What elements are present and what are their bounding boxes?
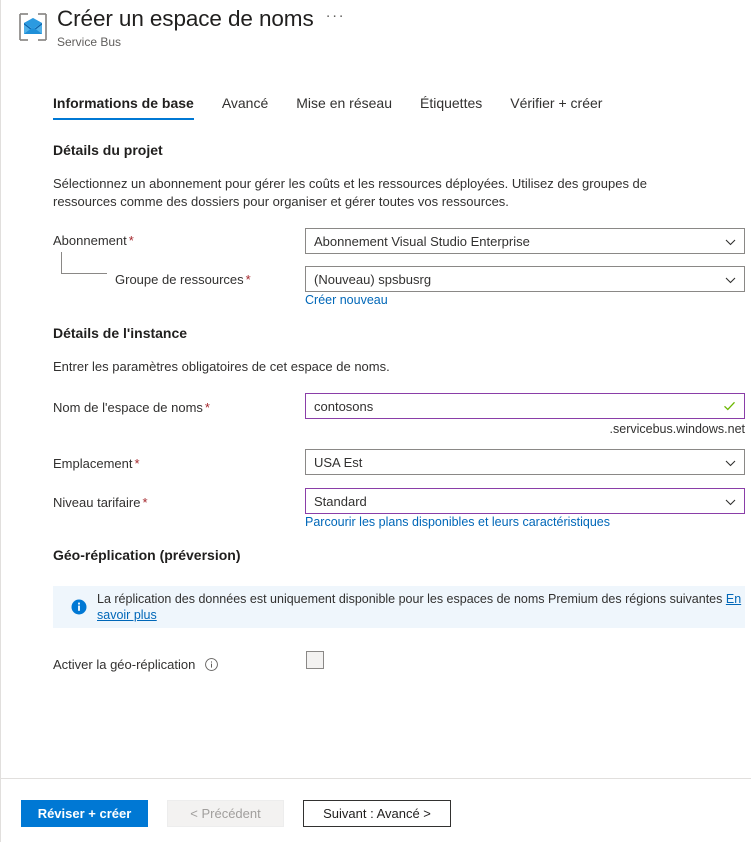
enable-geo-replication-checkbox[interactable] xyxy=(306,651,324,669)
chevron-down-icon xyxy=(725,496,736,507)
label-resource-group-text: Groupe de ressources xyxy=(115,272,244,287)
more-options-button[interactable]: ··· xyxy=(326,8,346,30)
tab-etiquettes[interactable]: Étiquettes xyxy=(406,93,496,120)
chevron-down-icon xyxy=(725,457,736,468)
previous-button[interactable]: < Précédent xyxy=(167,800,284,827)
label-namespace-name: Nom de l'espace de noms * xyxy=(53,399,210,417)
required-marker: * xyxy=(134,456,140,471)
tab-mise-en-reseau[interactable]: Mise en réseau xyxy=(282,93,406,120)
wizard-footer: Réviser + créer < Précédent Suivant : Av… xyxy=(1,800,751,842)
geo-replication-info-text: La réplication des données est uniquemen… xyxy=(97,591,745,623)
section-title-geo-replication: Géo-réplication (préversion) xyxy=(53,547,241,563)
chevron-down-icon xyxy=(725,274,736,285)
required-marker: * xyxy=(245,272,251,287)
resource-group-tree-connector xyxy=(61,252,107,274)
label-location: Emplacement * xyxy=(53,455,140,473)
section-description-instance-details: Entrer les paramètres obligatoires de ce… xyxy=(53,359,390,374)
label-pricing-tier: Niveau tarifaire * xyxy=(53,494,148,512)
resource-group-value: (Nouveau) spsbusrg xyxy=(314,271,432,287)
geo-replication-info-message: La réplication des données est uniquemen… xyxy=(97,592,723,606)
required-marker: * xyxy=(128,233,134,248)
tab-informations-de-base[interactable]: Informations de base xyxy=(53,93,208,120)
page-title: Créer un espace de noms xyxy=(57,6,314,31)
required-marker: * xyxy=(204,400,210,415)
pricing-tier-value: Standard xyxy=(314,493,367,509)
title-row: Créer un espace de noms ··· xyxy=(57,4,345,34)
service-bus-envelope-icon xyxy=(17,12,49,42)
subscription-dropdown[interactable]: Abonnement Visual Studio Enterprise xyxy=(305,228,745,254)
label-resource-group: Groupe de ressources * xyxy=(115,271,251,289)
review-create-button[interactable]: Réviser + créer xyxy=(21,800,148,827)
blade-header: Créer un espace de noms ··· Service Bus xyxy=(1,0,751,62)
footer-divider xyxy=(1,778,751,779)
label-pricing-tier-text: Niveau tarifaire xyxy=(53,495,141,510)
create-new-resource-group-link[interactable]: Créer nouveau xyxy=(305,292,388,308)
namespace-name-value: contosons xyxy=(314,398,374,414)
location-dropdown[interactable]: USA Est xyxy=(305,449,745,475)
next-button[interactable]: Suivant : Avancé > xyxy=(303,800,451,827)
create-namespace-blade: Créer un espace de noms ··· Service Bus … xyxy=(0,0,751,842)
label-subscription: Abonnement * xyxy=(53,232,134,250)
required-marker: * xyxy=(142,495,148,510)
info-icon xyxy=(71,599,87,615)
label-enable-geo-replication-text: Activer la géo-réplication xyxy=(53,657,196,672)
tab-avance[interactable]: Avancé xyxy=(208,93,282,120)
section-title-project-details: Détails du projet xyxy=(53,142,163,158)
section-title-instance-details: Détails de l'instance xyxy=(53,325,188,341)
label-namespace-name-text: Nom de l'espace de noms xyxy=(53,400,203,415)
namespace-name-input[interactable]: contosons xyxy=(305,393,745,419)
tab-verifier-creer[interactable]: Vérifier + créer xyxy=(496,93,616,120)
wizard-tabs: Informations de base Avancé Mise en rése… xyxy=(53,93,616,120)
label-enable-geo-replication: Activer la géo-réplication xyxy=(53,656,195,674)
section-description-project-details: Sélectionnez un abonnement pour gérer le… xyxy=(53,176,648,209)
label-location-text: Emplacement xyxy=(53,456,133,471)
subscription-value: Abonnement Visual Studio Enterprise xyxy=(314,233,530,249)
info-tooltip-icon[interactable] xyxy=(205,658,218,671)
resource-group-dropdown[interactable]: (Nouveau) spsbusrg xyxy=(305,266,745,292)
geo-replication-info-banner: La réplication des données est uniquemen… xyxy=(53,586,745,628)
blade-subtitle: Service Bus xyxy=(57,35,122,49)
pricing-tier-dropdown[interactable]: Standard xyxy=(305,488,745,514)
chevron-down-icon xyxy=(725,236,736,247)
valid-check-icon xyxy=(723,400,736,413)
label-subscription-text: Abonnement xyxy=(53,233,127,248)
namespace-domain-suffix: .servicebus.windows.net xyxy=(609,422,745,436)
location-value: USA Est xyxy=(314,454,363,470)
browse-pricing-plans-link[interactable]: Parcourir les plans disponibles et leurs… xyxy=(305,514,610,530)
